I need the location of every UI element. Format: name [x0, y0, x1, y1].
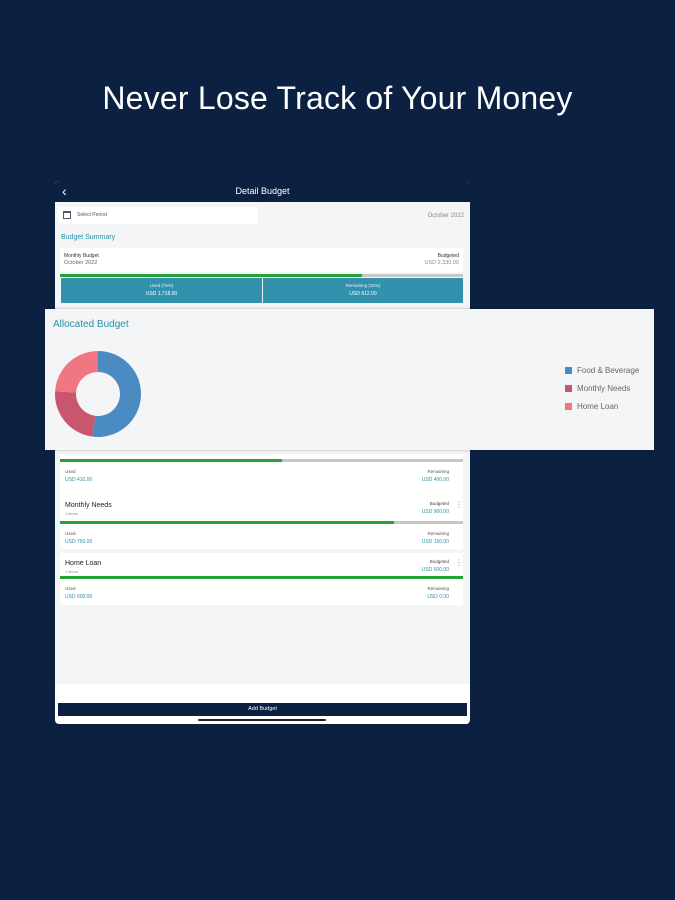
remaining-value: USD 612.00	[349, 291, 377, 297]
legend-swatch	[565, 403, 572, 410]
monthly-budget-period: October 2022	[64, 260, 98, 266]
add-budget-button[interactable]: Add Budget	[58, 703, 467, 716]
item-budgeted-value: USD 900.00	[421, 509, 449, 515]
item-count: 1 items	[65, 569, 78, 574]
budgeted-value: USD 2,330.00	[424, 260, 459, 266]
item-budgeted-label: Budgeted	[429, 501, 449, 506]
item-remaining-label: Remaining	[427, 469, 449, 474]
legend-label: Food & Beverage	[577, 366, 640, 375]
home-indicator	[198, 719, 326, 721]
budget-item-monthly-needs[interactable]: Monthly Needs 1 items Budgeted USD 900.0…	[60, 495, 463, 549]
monthly-budget-card: Monthly Budget October 2022 Budgeted USD…	[60, 248, 463, 272]
item-progress-fill	[60, 521, 395, 524]
item-used-value: USD 410.00	[65, 477, 93, 483]
budgeted-label: Budgeted	[437, 253, 459, 259]
item-remaining-value: USD 400.00	[421, 477, 449, 483]
budget-item-home-loan[interactable]: Home Loan 1 items Budgeted USD 600.00 ⋮ …	[60, 553, 463, 605]
period-value: October 2022	[427, 213, 464, 219]
item-budgeted-value: USD 600.00	[421, 567, 449, 573]
used-half: Used (75%) USD 1,718.00	[61, 278, 262, 303]
item-name: Home Loan	[65, 560, 102, 567]
item-budgeted-label: Budgeted	[429, 559, 449, 564]
calendar-icon	[63, 211, 71, 219]
donut-slice-food-beverage	[92, 351, 141, 437]
item-remaining-value: USD 150.00	[421, 539, 449, 545]
more-options-icon[interactable]: ⋮	[455, 501, 463, 509]
legend-label: Home Loan	[577, 402, 619, 411]
item-progress-fill	[60, 459, 282, 462]
used-value: USD 1,718.00	[145, 291, 178, 297]
more-options-icon[interactable]: ⋮	[455, 559, 463, 567]
page-title: Detail Budget	[235, 186, 290, 196]
summary-progress-bar	[60, 274, 463, 277]
item-count: 1 items	[65, 511, 78, 516]
item-name: Monthly Needs	[65, 502, 112, 509]
item-remaining-label: Remaining	[427, 586, 449, 591]
legend-label: Monthly Needs	[577, 384, 631, 393]
item-used-value: USD 600.00	[65, 594, 93, 600]
item-used-label: Used	[65, 531, 76, 536]
monthly-budget-label: Monthly Budget	[64, 253, 99, 259]
item-progress-bar	[60, 576, 463, 579]
used-label: Used (75%)	[149, 283, 174, 288]
item-used-label: Used	[65, 586, 76, 591]
remaining-half: Remaining (25%) USD 612.00	[262, 278, 463, 303]
select-period-label: Select Period	[77, 212, 107, 218]
remaining-label: Remaining (25%)	[345, 283, 381, 288]
item-remaining-label: Remaining	[427, 531, 449, 536]
summary-progress-fill	[60, 274, 363, 277]
tablet-screen: ‹ Detail Budget Select Period October 20…	[55, 181, 470, 724]
item-used-label: Used	[65, 469, 76, 474]
allocated-budget-card: Allocated Budget Food & Beverage Monthly …	[45, 309, 654, 450]
allocated-donut-chart	[54, 351, 141, 437]
nav-bar: ‹ Detail Budget	[55, 181, 470, 202]
legend-swatch	[565, 367, 572, 374]
select-period-field[interactable]: Select Period	[58, 207, 258, 224]
item-progress-fill	[60, 576, 463, 579]
budget-item-food[interactable]: Used USD 410.00 Remaining USD 400.00	[60, 454, 463, 498]
headline: Never Lose Track of Your Money	[102, 80, 573, 116]
donut-slice-monthly-needs	[54, 391, 96, 437]
used-remaining-box: Used (75%) USD 1,718.00 Remaining (25%) …	[61, 278, 463, 303]
allocated-budget-title: Allocated Budget	[53, 319, 129, 330]
item-progress-bar	[60, 459, 463, 462]
budget-summary-title: Budget Summary	[61, 234, 116, 241]
legend-swatch	[565, 385, 572, 392]
item-used-value: USD 750.00	[65, 539, 93, 545]
item-progress-bar	[60, 521, 463, 524]
item-remaining-value: USD 0.00	[427, 594, 449, 600]
donut-slice-home-loan	[55, 351, 98, 393]
